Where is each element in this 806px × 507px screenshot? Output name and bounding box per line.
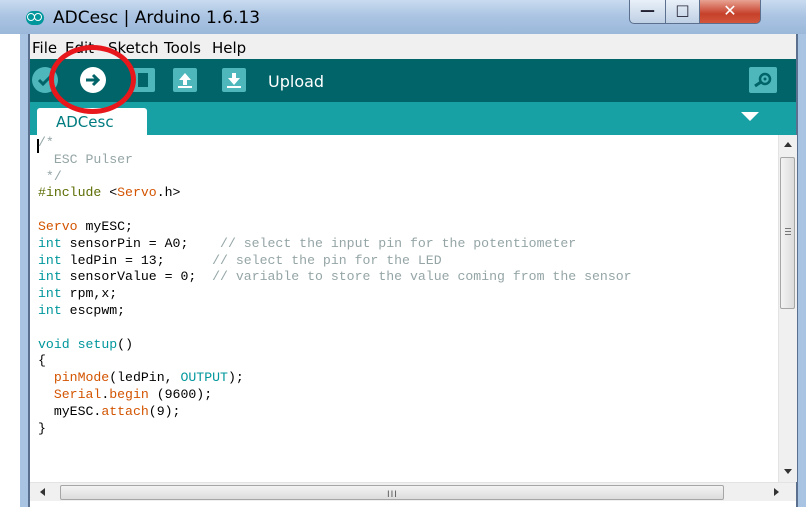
toolbar: Upload xyxy=(30,59,796,102)
arrow-right-icon xyxy=(86,73,101,87)
save-button[interactable] xyxy=(222,68,246,92)
code-line[interactable]: void setup() xyxy=(38,337,632,354)
scroll-left-icon[interactable] xyxy=(40,488,45,496)
open-button[interactable] xyxy=(173,68,197,92)
code-line[interactable]: } xyxy=(38,421,632,438)
minimize-button[interactable]: — xyxy=(629,0,666,24)
toolbar-hover-label: Upload xyxy=(268,72,325,91)
code-line[interactable]: int ledPin = 13; // select the pin for t… xyxy=(38,253,632,270)
code-line[interactable]: int sensorValue = 0; // variable to stor… xyxy=(38,269,632,286)
code-line[interactable] xyxy=(38,202,632,219)
arduino-logo-icon xyxy=(26,11,44,25)
magnifier-icon xyxy=(754,72,772,88)
vertical-scroll-thumb[interactable] xyxy=(780,157,795,309)
scroll-right-icon[interactable] xyxy=(774,488,779,496)
menu-sketch[interactable]: Sketch xyxy=(108,39,159,57)
scroll-down-icon[interactable] xyxy=(784,469,792,474)
scroll-grip: III xyxy=(387,490,398,500)
menu-file[interactable]: File xyxy=(32,39,57,57)
window-frame-right xyxy=(796,34,806,507)
code-line[interactable] xyxy=(38,320,632,337)
code-line[interactable]: int rpm,x; xyxy=(38,286,632,303)
menu-help[interactable]: Help xyxy=(212,39,246,57)
maximize-icon: □ xyxy=(675,1,690,19)
tab-label: ADCesc xyxy=(56,113,114,131)
code-text[interactable]: /* ESC Pulser */#include <Servo.h> Servo… xyxy=(38,135,632,437)
new-file-icon xyxy=(138,73,148,87)
code-line[interactable]: Serial.begin (9600); xyxy=(38,387,632,404)
arrow-up-icon xyxy=(178,73,192,88)
code-line[interactable]: pinMode(ledPin, OUTPUT); xyxy=(38,370,632,387)
upload-button[interactable] xyxy=(80,67,106,93)
minimize-icon: — xyxy=(640,1,655,19)
code-line[interactable]: int escpwm; xyxy=(38,303,632,320)
code-line[interactable]: myESC.attach(9); xyxy=(38,404,632,421)
code-line[interactable]: Servo myESC; xyxy=(38,219,632,236)
tab-adcesc[interactable]: ADCesc xyxy=(37,108,147,135)
tab-menu-icon[interactable] xyxy=(741,112,759,121)
tab-strip: ADCesc xyxy=(30,102,796,135)
window-title: ADCesc | Arduino 1.6.13 xyxy=(53,8,261,28)
title-bar[interactable]: ADCesc | Arduino 1.6.13 — □ ✕ xyxy=(0,0,806,34)
code-line[interactable]: /* xyxy=(38,135,632,152)
arduino-ide-window: ADCesc | Arduino 1.6.13 — □ ✕ File Edit … xyxy=(0,0,806,507)
verify-button[interactable] xyxy=(32,67,58,93)
checkmark-icon xyxy=(37,74,53,87)
new-button[interactable] xyxy=(131,68,155,92)
code-line[interactable]: { xyxy=(38,353,632,370)
window-frame-left xyxy=(0,34,30,507)
code-line[interactable]: ESC Pulser xyxy=(38,152,632,169)
code-editor[interactable]: /* ESC Pulser */#include <Servo.h> Servo… xyxy=(30,135,778,482)
close-button[interactable]: ✕ xyxy=(699,0,761,24)
menu-tools[interactable]: Tools xyxy=(164,39,201,57)
arrow-down-icon xyxy=(227,73,241,88)
vertical-scrollbar[interactable] xyxy=(778,135,797,482)
scroll-up-icon[interactable] xyxy=(784,142,792,147)
horizontal-scroll-thumb[interactable]: III xyxy=(60,485,724,500)
close-icon: ✕ xyxy=(723,1,737,20)
horizontal-scrollbar[interactable]: III xyxy=(30,482,796,502)
menu-edit[interactable]: Edit xyxy=(65,39,94,57)
code-line[interactable]: #include <Servo.h> xyxy=(38,185,632,202)
serial-monitor-button[interactable] xyxy=(749,67,777,93)
menu-bar: File Edit Sketch Tools Help xyxy=(30,34,796,60)
code-line[interactable]: */ xyxy=(38,169,632,186)
code-line[interactable]: int sensorPin = A0; // select the input … xyxy=(38,236,632,253)
maximize-button[interactable]: □ xyxy=(665,0,700,24)
